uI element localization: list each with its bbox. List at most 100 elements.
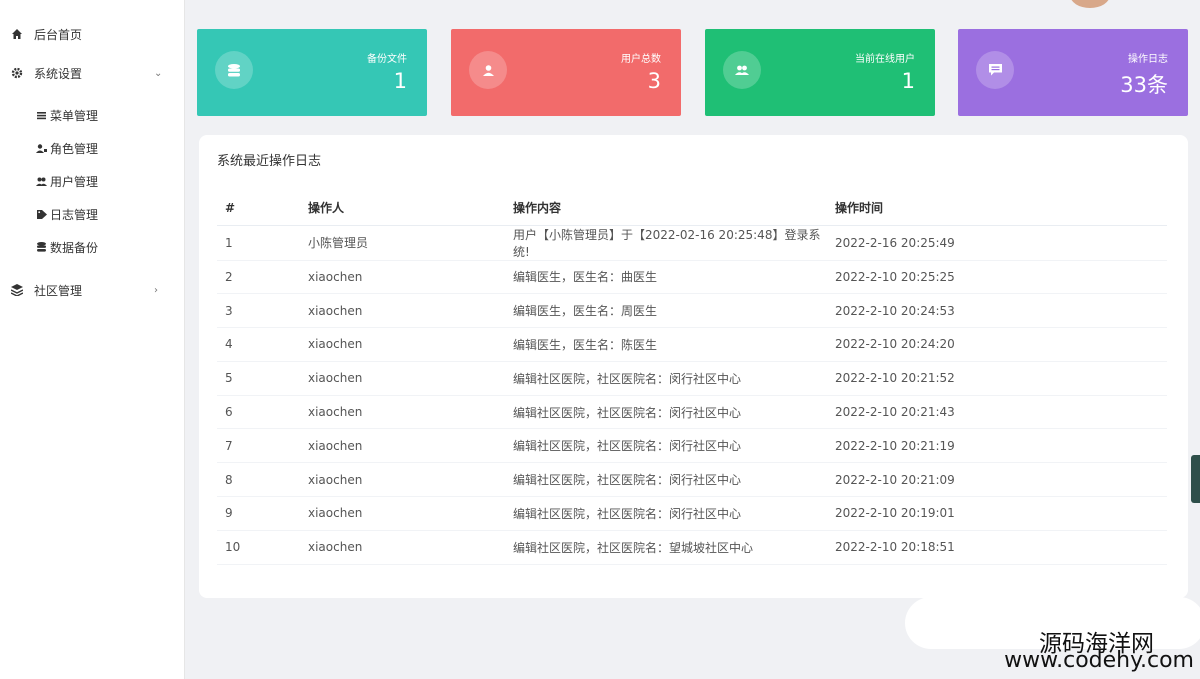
sidebar-item-community[interactable]: 社区管理 › xyxy=(0,275,185,305)
watermark-text-en: www.codehy.com xyxy=(1004,648,1194,673)
row-operator: xiaochen xyxy=(301,496,506,531)
sidebar-subitem-users[interactable]: 用户管理 xyxy=(0,168,185,194)
sidebar-subitem-label: 用户管理 xyxy=(50,174,99,189)
table-row: 9 xiaochen 编辑社区医院，社区医院名：闵行社区中心 2022-2-10… xyxy=(217,496,1167,531)
chevron-right-icon: › xyxy=(154,284,158,296)
column-header: 操作人 xyxy=(301,191,506,226)
table-row: 8 xiaochen 编辑社区医院，社区医院名：闵行社区中心 2022-2-10… xyxy=(217,462,1167,498)
stat-card-value: 1 xyxy=(901,69,915,93)
row-index: 8 xyxy=(217,462,301,498)
sidebar-subitem-backup[interactable]: 数据备份 xyxy=(0,234,185,260)
row-operator: xiaochen xyxy=(301,260,506,295)
row-index: 9 xyxy=(217,496,301,531)
stat-card-title: 操作日志 xyxy=(1128,54,1168,65)
stat-card-online-users[interactable]: 当前在线用户 1 xyxy=(705,29,935,116)
table-row: 2 xiaochen 编辑医生，医生名：曲医生 2022-2-10 20:25:… xyxy=(217,260,1167,295)
row-operator: xiaochen xyxy=(301,361,506,396)
sidebar: 后台首页 系统设置 ⌄ 菜单管理 角色管理 用户管理 日志管理 数据备份 社区管… xyxy=(0,0,185,679)
sidebar-item-home[interactable]: 后台首页 xyxy=(0,19,185,49)
sidebar-subitem-label: 日志管理 xyxy=(50,207,99,222)
stat-card-value: 33条 xyxy=(1120,73,1168,97)
row-time: 2022-2-10 20:24:20 xyxy=(828,327,1167,362)
table-row: 10 xiaochen 编辑社区医院，社区医院名：望城坡社区中心 2022-2-… xyxy=(217,530,1167,565)
column-header: 操作内容 xyxy=(506,191,828,226)
column-header: 操作时间 xyxy=(828,191,1167,226)
sidebar-item-label: 社区管理 xyxy=(34,283,83,298)
row-content: 编辑医生，医生名：陈医生 xyxy=(506,327,828,362)
layers-icon xyxy=(10,283,24,297)
row-time: 2022-2-10 20:19:01 xyxy=(828,496,1167,531)
sidebar-subitem-label: 角色管理 xyxy=(50,141,99,156)
table-row: 7 xiaochen 编辑社区医院，社区医院名：闵行社区中心 2022-2-10… xyxy=(217,428,1167,464)
table-header-row: # 操作人 操作内容 操作时间 xyxy=(217,191,1167,226)
row-index: 7 xyxy=(217,428,301,464)
row-index: 5 xyxy=(217,361,301,396)
stat-card-backup-files[interactable]: 备份文件 1 xyxy=(197,29,427,116)
sidebar-subitem-label: 数据备份 xyxy=(50,240,99,255)
row-operator: xiaochen xyxy=(301,395,506,430)
stat-card-title: 当前在线用户 xyxy=(855,54,915,65)
row-operator: xiaochen xyxy=(301,327,506,362)
row-time: 2022-2-10 20:21:09 xyxy=(828,462,1167,498)
row-index: 10 xyxy=(217,530,301,565)
row-content: 编辑社区医院，社区医院名：闵行社区中心 xyxy=(506,462,828,498)
sidebar-subitem-label: 菜单管理 xyxy=(50,108,99,123)
stat-card-title: 备份文件 xyxy=(367,54,407,65)
sidebar-subitem-role[interactable]: 角色管理 xyxy=(0,135,185,161)
chevron-down-icon: ⌄ xyxy=(154,67,163,79)
row-content: 编辑医生，医生名：曲医生 xyxy=(506,260,828,295)
row-operator: 小陈管理员 xyxy=(301,225,506,261)
gear-icon xyxy=(10,66,24,80)
sidebar-item-label: 后台首页 xyxy=(34,27,83,42)
side-drawer-handle[interactable] xyxy=(1191,455,1200,503)
row-time: 2022-2-10 20:21:19 xyxy=(828,428,1167,464)
message-icon xyxy=(976,51,1014,89)
row-content: 编辑社区医院，社区医院名：望城坡社区中心 xyxy=(506,530,828,565)
avatar[interactable] xyxy=(1070,0,1110,8)
row-index: 3 xyxy=(217,293,301,329)
stat-card-operation-logs[interactable]: 操作日志 33条 xyxy=(958,29,1188,116)
row-time: 2022-2-16 20:25:49 xyxy=(828,225,1167,261)
row-content: 编辑社区医院，社区医院名：闵行社区中心 xyxy=(506,361,828,396)
stat-card-title: 用户总数 xyxy=(621,54,661,65)
table-row: 6 xiaochen 编辑社区医院，社区医院名：闵行社区中心 2022-2-10… xyxy=(217,395,1167,430)
table-row: 1 小陈管理员 用户【小陈管理员】于【2022-02-16 20:25:48】登… xyxy=(217,225,1167,261)
row-time: 2022-2-10 20:24:53 xyxy=(828,293,1167,329)
row-operator: xiaochen xyxy=(301,428,506,464)
row-content: 编辑社区医院，社区医院名：闵行社区中心 xyxy=(506,395,828,430)
table-row: 3 xiaochen 编辑医生，医生名：周医生 2022-2-10 20:24:… xyxy=(217,293,1167,329)
database-icon xyxy=(215,51,253,89)
list-icon xyxy=(36,110,47,121)
operation-log-panel: 系统最近操作日志 # 操作人 操作内容 操作时间 1 小陈管理员 用户【小陈管理… xyxy=(199,135,1188,598)
users-icon xyxy=(36,176,47,187)
row-content: 编辑社区医院，社区医院名：闵行社区中心 xyxy=(506,428,828,464)
table-row: 5 xiaochen 编辑社区医院，社区医院名：闵行社区中心 2022-2-10… xyxy=(217,361,1167,396)
database-icon xyxy=(36,242,47,253)
row-time: 2022-2-10 20:25:25 xyxy=(828,260,1167,295)
row-content: 编辑社区医院，社区医院名：闵行社区中心 xyxy=(506,496,828,531)
sidebar-subitem-logs[interactable]: 日志管理 xyxy=(0,201,185,227)
row-operator: xiaochen xyxy=(301,462,506,498)
users-icon xyxy=(723,51,761,89)
stat-card-total-users[interactable]: 用户总数 3 xyxy=(451,29,681,116)
sidebar-item-system-settings[interactable]: 系统设置 ⌄ xyxy=(0,58,185,88)
operation-log-table: # 操作人 操作内容 操作时间 1 小陈管理员 用户【小陈管理员】于【2022-… xyxy=(217,191,1167,565)
user-icon xyxy=(469,51,507,89)
sidebar-subitem-menu[interactable]: 菜单管理 xyxy=(0,102,185,128)
table-row: 4 xiaochen 编辑医生，医生名：陈医生 2022-2-10 20:24:… xyxy=(217,327,1167,362)
row-index: 2 xyxy=(217,260,301,295)
panel-title: 系统最近操作日志 xyxy=(217,154,322,169)
row-content: 用户【小陈管理员】于【2022-02-16 20:25:48】登录系统! xyxy=(506,225,828,261)
row-content: 编辑医生，医生名：周医生 xyxy=(506,293,828,329)
row-time: 2022-2-10 20:18:51 xyxy=(828,530,1167,565)
row-time: 2022-2-10 20:21:43 xyxy=(828,395,1167,430)
row-index: 1 xyxy=(217,225,301,261)
column-header: # xyxy=(217,191,301,226)
row-time: 2022-2-10 20:21:52 xyxy=(828,361,1167,396)
sidebar-item-label: 系统设置 xyxy=(34,66,83,81)
stat-card-value: 3 xyxy=(647,69,661,93)
tag-icon xyxy=(36,209,47,220)
stat-card-value: 1 xyxy=(393,69,407,93)
row-index: 6 xyxy=(217,395,301,430)
row-operator: xiaochen xyxy=(301,530,506,565)
